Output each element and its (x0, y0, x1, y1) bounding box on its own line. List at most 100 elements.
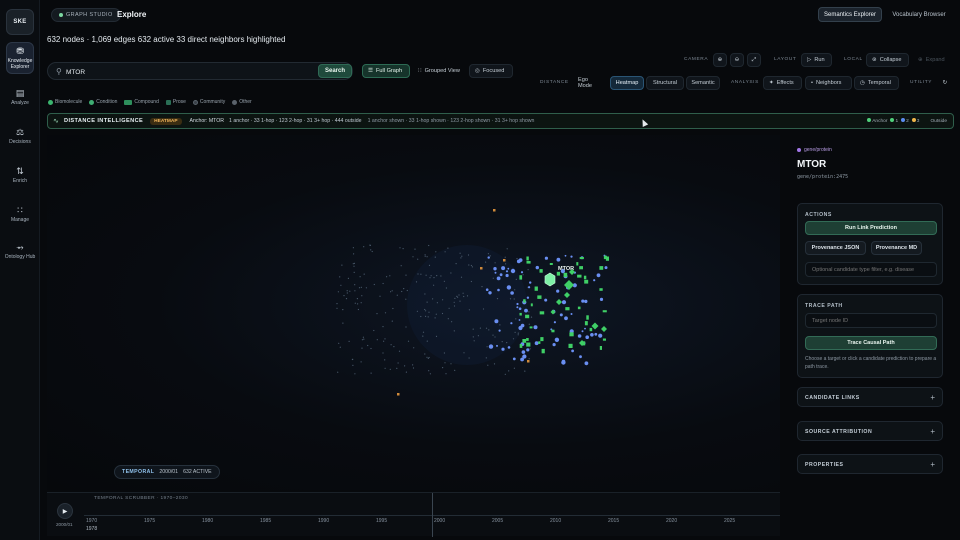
graph-node-1hop[interactable] (540, 337, 544, 342)
graph-node-outside[interactable] (492, 334, 494, 336)
legend-biomolecule[interactable]: Biomolecule (48, 99, 82, 105)
graph-node-2hop[interactable] (561, 359, 566, 364)
graph-node-outside[interactable] (453, 301, 455, 303)
graph-node-2hop[interactable] (559, 313, 563, 317)
graph-node-1hop[interactable] (577, 306, 581, 310)
graph-node-2hop[interactable] (496, 344, 498, 347)
graph-node-outside[interactable] (412, 256, 414, 258)
graph-node-outside[interactable] (496, 298, 499, 300)
graph-node-outside[interactable] (365, 287, 367, 289)
graph-node-outside[interactable] (406, 289, 408, 292)
graph-node-outside[interactable] (427, 316, 429, 318)
graph-node-outside[interactable] (492, 277, 494, 279)
expand-button[interactable]: ⊕ Expand (912, 53, 954, 67)
rail-item-knowledge-explorer[interactable]: ⛃ Knowledge Explorer (0, 42, 40, 74)
graph-node-outside[interactable] (463, 295, 465, 298)
graph-node-1hop-major[interactable] (556, 299, 562, 305)
graph-node-outside[interactable] (342, 322, 344, 324)
graph-node-outside[interactable] (360, 302, 362, 304)
graph-node-1hop-major[interactable] (550, 309, 556, 315)
graph-node-outside[interactable] (527, 269, 529, 271)
graph-node-outside[interactable] (458, 294, 460, 296)
graph-node-1hop[interactable] (529, 326, 533, 329)
zoom-in-button[interactable]: ⊕ (713, 53, 727, 67)
graph-node-outside[interactable] (400, 265, 402, 267)
graph-node-outside[interactable] (346, 290, 348, 292)
graph-node-2hop[interactable] (598, 333, 603, 338)
graph-node-outside[interactable] (494, 262, 496, 264)
graph-node-outside[interactable] (528, 311, 530, 313)
graph-node-outside[interactable] (494, 336, 496, 338)
graph-node-outside[interactable] (420, 273, 422, 275)
graph-node-3hop[interactable] (527, 360, 530, 363)
graph-node-outside[interactable] (339, 346, 341, 348)
graph-node-outside[interactable] (342, 309, 344, 311)
graph-node-outside[interactable] (420, 315, 422, 318)
graph-node-1hop[interactable] (583, 275, 587, 280)
graph-node-outside[interactable] (432, 298, 434, 300)
graph-node-outside[interactable] (504, 256, 506, 258)
graph-node-outside[interactable] (528, 323, 530, 325)
graph-node-outside[interactable] (477, 335, 479, 337)
graph-node-outside[interactable] (424, 308, 426, 311)
graph-node-outside[interactable] (435, 335, 438, 337)
legend-compound[interactable]: Compound (124, 99, 159, 105)
graph-node-outside[interactable] (416, 310, 418, 312)
graph-node-outside[interactable] (501, 341, 503, 343)
graph-node-2hop[interactable] (505, 273, 509, 278)
graph-node-outside[interactable] (428, 356, 430, 359)
graph-node-outside[interactable] (412, 367, 415, 369)
graph-node-1hop[interactable] (538, 341, 541, 344)
rail-item-manage[interactable]: ∷ Manage (0, 205, 40, 223)
graph-node-outside[interactable] (470, 264, 472, 267)
graph-node-1hop[interactable] (584, 279, 589, 284)
graph-node-1hop[interactable] (599, 288, 603, 291)
graph-node-2hop[interactable] (488, 291, 492, 295)
graph-node-outside[interactable] (453, 330, 455, 332)
graph-node-outside[interactable] (405, 326, 407, 328)
graph-node-outside[interactable] (485, 261, 487, 263)
graph-node-outside[interactable] (376, 339, 378, 341)
graph-svg[interactable]: MTOR (47, 135, 780, 490)
graph-node-outside[interactable] (470, 280, 472, 283)
graph-node-outside[interactable] (515, 318, 517, 320)
graph-node-1hop[interactable] (599, 266, 604, 270)
collapse-button[interactable]: ⊛ Collapse (866, 53, 909, 67)
graph-node-3hop[interactable] (493, 209, 496, 212)
graph-node-2hop[interactable] (521, 350, 526, 354)
graph-node-outside[interactable] (336, 303, 338, 305)
graph-node-outside[interactable] (351, 358, 353, 361)
graph-node-outside[interactable] (505, 263, 507, 265)
graph-node-1hop[interactable] (563, 272, 568, 278)
graph-node-outside[interactable] (396, 367, 398, 369)
graph-anchor-node[interactable] (544, 272, 556, 287)
graph-node-1hop[interactable] (526, 342, 531, 347)
graph-node-1hop[interactable] (576, 262, 579, 266)
graph-node-outside[interactable] (516, 258, 518, 260)
graph-node-outside[interactable] (403, 288, 405, 290)
graph-node-outside[interactable] (428, 311, 430, 313)
graph-node-1hop[interactable] (589, 327, 593, 332)
graph-node-outside[interactable] (363, 273, 365, 275)
graph-node-outside[interactable] (412, 364, 414, 366)
graph-node-1hop[interactable] (519, 312, 522, 316)
graph-node-outside[interactable] (459, 300, 461, 302)
graph-node-outside[interactable] (369, 244, 371, 246)
graph-node-outside[interactable] (362, 336, 364, 338)
view-full-graph[interactable]: ☰ Full Graph (362, 64, 410, 78)
graph-node-2hop[interactable] (570, 313, 573, 315)
graph-node-outside[interactable] (433, 277, 435, 279)
graph-node-2hop[interactable] (564, 316, 568, 321)
graph-node-2hop[interactable] (526, 296, 530, 299)
graph-node-outside[interactable] (448, 307, 450, 309)
graph-node-outside[interactable] (428, 370, 430, 372)
graph-node-1hop[interactable] (599, 346, 602, 350)
provenance-md-button[interactable]: Provenance MD (871, 241, 922, 255)
graph-node-outside[interactable] (426, 301, 428, 303)
graph-node-2hop[interactable] (584, 299, 588, 304)
graph-node-outside[interactable] (468, 357, 470, 359)
graph-node-3hop[interactable] (480, 267, 483, 270)
graph-node-1hop[interactable] (526, 338, 529, 341)
graph-node-outside[interactable] (353, 271, 355, 273)
graph-node-1hop[interactable] (602, 338, 606, 341)
